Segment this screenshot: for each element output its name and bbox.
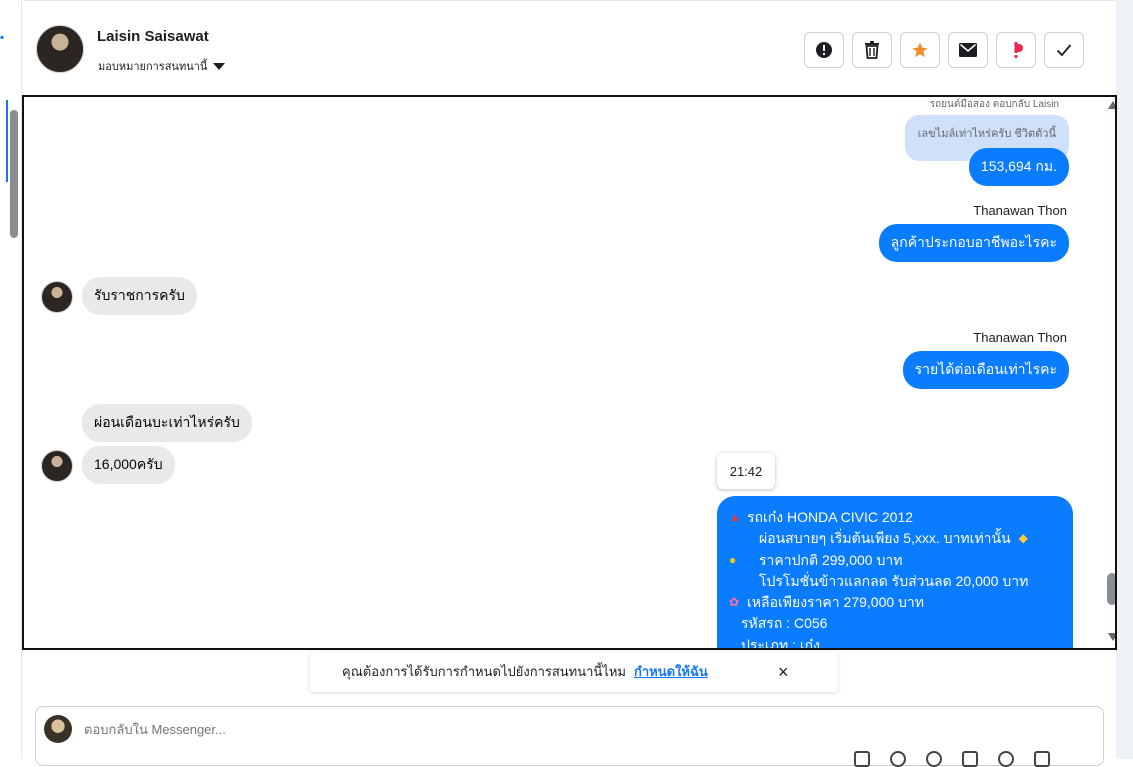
rail-marker: ▪ bbox=[0, 30, 5, 44]
saved-replies-icon[interactable] bbox=[1034, 751, 1050, 767]
notice-text: คุณต้องการได้รับการกำหนดไปยังการสนทนานี้… bbox=[342, 664, 626, 679]
like-icon[interactable] bbox=[998, 751, 1014, 767]
contact-avatar[interactable] bbox=[36, 25, 84, 73]
message-outgoing[interactable]: 153,694 กม. bbox=[968, 148, 1069, 186]
reply-composer bbox=[35, 706, 1104, 767]
message-incoming[interactable]: รับราชการครับ bbox=[82, 277, 197, 315]
timestamp-tooltip: 21:42 bbox=[717, 453, 775, 489]
message-outgoing-promo[interactable]: ▲ รถเก๋ง HONDA CIVIC 2012 ผ่อนสบายๆ เริ่ม… bbox=[717, 496, 1073, 650]
contact-avatar-small[interactable] bbox=[41, 450, 73, 482]
promo-line: ผ่อนสบายๆ เริ่มต้นเพียง 5,xxx. บาทเท่านั… bbox=[759, 530, 1011, 547]
assign-conversation-dropdown[interactable]: มอบหมายการสนทนานี้ bbox=[98, 57, 226, 75]
caret-down-icon bbox=[213, 62, 226, 70]
exclamation-circle-icon bbox=[816, 42, 832, 58]
page-avatar bbox=[44, 715, 72, 743]
message-incoming[interactable]: 16,000ครับ bbox=[82, 446, 175, 484]
checkmark-icon bbox=[1056, 44, 1072, 57]
promo-line: ประเภท : เก๋ง bbox=[741, 636, 820, 650]
done-button[interactable] bbox=[1044, 32, 1084, 68]
rail-active-indicator bbox=[6, 100, 8, 182]
assign-to-me-link[interactable]: กำหนดให้ฉัน bbox=[634, 661, 708, 682]
delete-button[interactable] bbox=[852, 32, 892, 68]
thread-scrollbar[interactable] bbox=[1105, 97, 1115, 648]
conversation-header: Laisin Saisawat มอบหมายการสนทนานี้ bbox=[23, 0, 1115, 96]
notification-dot bbox=[1015, 44, 1023, 52]
contact-avatar-small[interactable] bbox=[41, 281, 73, 313]
sender-name: Thanawan Thon bbox=[973, 330, 1067, 345]
promo-line: รหัสรถ : C056 bbox=[741, 615, 828, 632]
star-icon bbox=[912, 42, 928, 58]
spam-button[interactable] bbox=[804, 32, 844, 68]
reply-input[interactable] bbox=[84, 722, 784, 737]
contact-name[interactable]: Laisin Saisawat bbox=[97, 28, 209, 45]
sender-name: Thanawan Thon bbox=[973, 203, 1067, 218]
scroll-down-arrow-icon[interactable] bbox=[1108, 633, 1115, 641]
promo-line: เหลือเพียงราคา 279,000 บาท bbox=[747, 594, 925, 611]
sidebar-scrollbar-thumb[interactable] bbox=[10, 110, 18, 238]
message-incoming[interactable]: ผ่อนเดือนบะเท่าไหร่ครับ bbox=[82, 404, 252, 442]
attachment-icon[interactable] bbox=[854, 751, 870, 767]
conversation-actions bbox=[804, 32, 1084, 68]
composer-toolbar bbox=[854, 751, 1050, 767]
party-emoji-icon: ◆ bbox=[1018, 531, 1028, 546]
promo-line: โปรโมชั่นข้าวแลกลด รับส่วนลด 20,000 บาท bbox=[759, 572, 1029, 589]
message-outgoing[interactable]: ลูกค้าประกอบอาชีพอะไรคะ bbox=[878, 224, 1069, 262]
right-edge-panel bbox=[1116, 0, 1133, 759]
car-emoji-icon: ▲ bbox=[729, 510, 741, 524]
image-icon[interactable] bbox=[962, 751, 978, 767]
reply-context-label: รถยนต์มือสอง ตอบกลับ Laisin bbox=[929, 99, 1059, 110]
message-outgoing[interactable]: รายได้ต่อเดือนเท่าไรคะ bbox=[902, 351, 1069, 389]
emoji-icon[interactable] bbox=[890, 751, 906, 767]
promo-line: รถเก๋ง HONDA CIVIC 2012 bbox=[747, 509, 914, 525]
assign-label: มอบหมายการสนทนานี้ bbox=[98, 61, 208, 73]
assignment-notice: คุณต้องการได้รับการกำหนดไปยังการสนทนานี้… bbox=[310, 651, 838, 692]
ribbon-emoji-icon: ✿ bbox=[729, 595, 740, 610]
message-thread: รถยนต์มือสอง ตอบกลับ Laisin เลขไมล์เท่าไ… bbox=[22, 95, 1117, 650]
trash-icon bbox=[865, 41, 879, 59]
star-button[interactable] bbox=[900, 32, 940, 68]
scroll-up-arrow-icon[interactable] bbox=[1108, 101, 1115, 109]
gif-icon[interactable] bbox=[926, 751, 942, 767]
close-icon[interactable]: × bbox=[778, 662, 789, 683]
bell-emoji-icon: ● bbox=[729, 552, 737, 567]
promo-line: ราคาปกติ 299,000 บาท bbox=[759, 551, 903, 568]
envelope-icon bbox=[959, 43, 977, 57]
unread-button[interactable] bbox=[948, 32, 988, 68]
scrollbar-thumb[interactable] bbox=[1107, 573, 1115, 605]
